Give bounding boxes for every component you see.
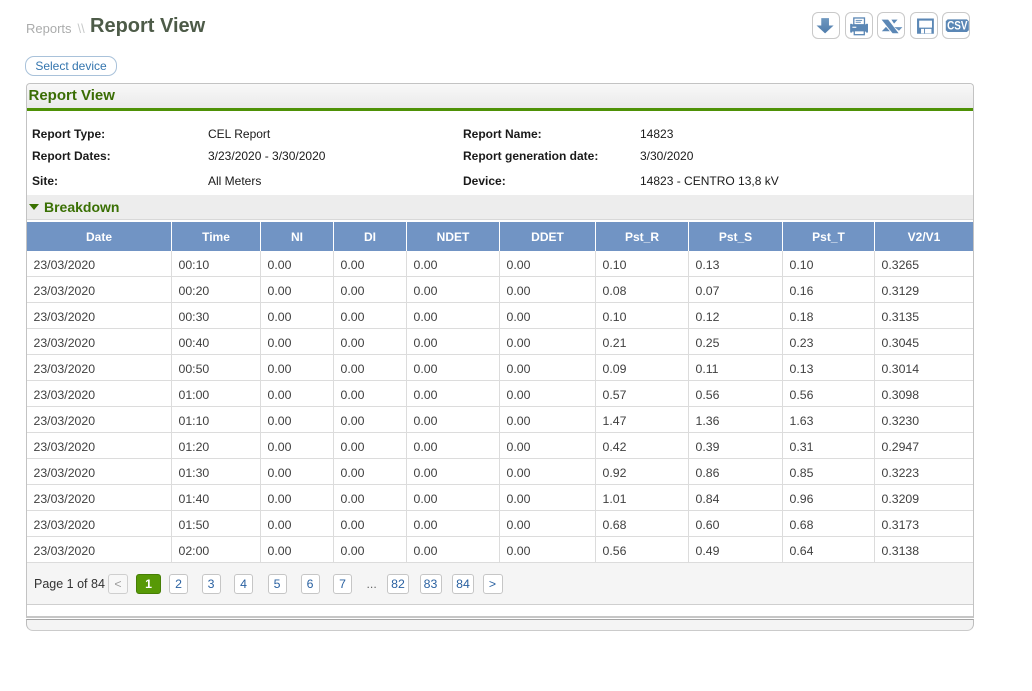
- svg-text:CSV: CSV: [947, 18, 967, 32]
